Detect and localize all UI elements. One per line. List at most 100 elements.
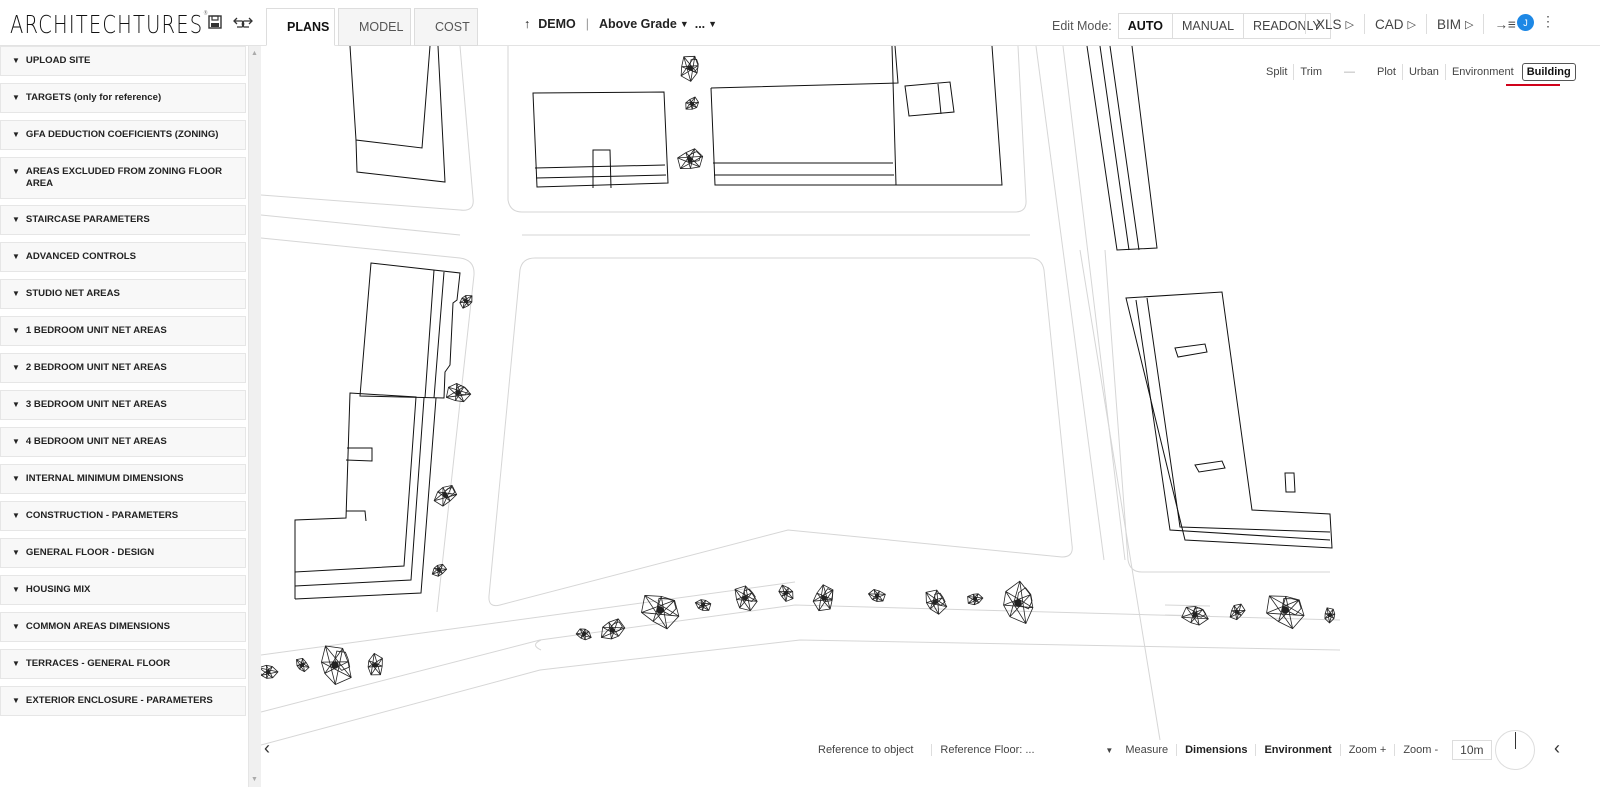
sidebar-panel-label: UPLOAD SITE: [25, 55, 91, 66]
sidebar-panel[interactable]: ▼ COMMON AREAS DIMENSIONS: [0, 612, 246, 642]
sidebar-panel-label: GFA DEDUCTION COEFICIENTS (ZONING): [25, 129, 219, 140]
layer-building[interactable]: Building: [1521, 63, 1576, 81]
plan-canvas[interactable]: Split Trim — Plot Urban Environment Buil…: [261, 46, 1600, 787]
app-logo: ARCHITECHTURES®: [10, 10, 209, 39]
sidebar-panel[interactable]: ▼ EXTERIOR ENCLOSURE - PARAMETERS: [0, 686, 246, 716]
sidebar-panel[interactable]: ▼ AREAS EXCLUDED FROM ZONING FLOOR AREA: [0, 157, 246, 199]
scale-indicator[interactable]: 10m: [1452, 740, 1492, 760]
sidebar-panel[interactable]: ▼ INTERNAL MINIMUM DIMENSIONS: [0, 464, 246, 494]
sidebar-panel[interactable]: ▼ ADVANCED CONTROLS: [0, 242, 246, 272]
sidebar-panel-label: GENERAL FLOOR - DESIGN: [25, 547, 155, 558]
reference-floor-select[interactable]: Reference Floor: ...: [931, 744, 1101, 756]
chevron-down-icon: ▼: [12, 511, 20, 520]
chevron-down-icon: ▼: [12, 56, 20, 65]
play-icon: ▷: [1465, 18, 1474, 31]
sidebar-panel[interactable]: ▼ CONSTRUCTION - PARAMETERS: [0, 501, 246, 531]
layer-toolbar: Split Trim — Plot Urban Environment Buil…: [1260, 63, 1576, 81]
collapse-sidebar-icon[interactable]: ‹: [264, 738, 270, 759]
tree-icon: [367, 652, 383, 676]
tree-icon: [1003, 580, 1034, 625]
sidebar-panel[interactable]: ▼ 2 BEDROOM UNIT NET AREAS: [0, 353, 246, 383]
zoom-out-button[interactable]: Zoom -: [1394, 744, 1446, 756]
chevron-down-icon: ▼: [12, 363, 20, 372]
user-avatar[interactable]: J: [1517, 14, 1534, 31]
sidebar-panel-label: ADVANCED CONTROLS: [25, 251, 137, 262]
sidebar-panel[interactable]: ▼ TERRACES - GENERAL FLOOR: [0, 649, 246, 679]
sidebar-panel[interactable]: ▼ GENERAL FLOOR - DESIGN: [0, 538, 246, 568]
edit-mode-toggle: AUTO MANUAL READONLY: [1117, 13, 1331, 39]
dimensions-toggle[interactable]: Dimensions: [1176, 744, 1255, 756]
sidebar-panel[interactable]: ▼ TARGETS (only for reference): [0, 83, 246, 113]
sidebar-panel[interactable]: ▼ GFA DEDUCTION COEFICIENTS (ZONING): [0, 120, 246, 150]
breadcrumb: ↑ DEMO | Above Grade ▼ ... ▼: [524, 17, 723, 31]
export-cad-button[interactable]: CAD ▷: [1364, 14, 1426, 34]
chevron-down-icon: ▼: [12, 696, 20, 705]
sidebar-panel-label: 1 BEDROOM UNIT NET AREAS: [25, 325, 167, 336]
sidebar-panel[interactable]: ▼ UPLOAD SITE: [0, 46, 246, 76]
sidebar-panel-label: STAIRCASE PARAMETERS: [25, 214, 150, 225]
redo-icon[interactable]: [237, 13, 255, 31]
chevron-down-icon: ▼: [12, 585, 20, 594]
tab-cost[interactable]: COST: [414, 8, 478, 46]
sidebar-panel-label: INTERNAL MINIMUM DIMENSIONS: [25, 473, 184, 484]
tree-icon: [600, 618, 626, 640]
sidebar-panel[interactable]: ▼ 4 BEDROOM UNIT NET AREAS: [0, 427, 246, 457]
trim-tool[interactable]: Trim: [1293, 64, 1328, 80]
layer-urban[interactable]: Urban: [1401, 64, 1445, 80]
chevron-down-icon: ▼: [12, 93, 20, 102]
tree-icon: [296, 657, 310, 673]
arrow-list-icon: →≡: [1494, 16, 1516, 32]
sidebar-panel-label: 3 BEDROOM UNIT NET AREAS: [25, 399, 167, 410]
sidebar-panel[interactable]: ▼ 1 BEDROOM UNIT NET AREAS: [0, 316, 246, 346]
buildings: [294, 46, 1333, 600]
floor-selector[interactable]: ...: [695, 17, 705, 31]
measure-button[interactable]: Measure: [1117, 744, 1176, 756]
zoom-in-button[interactable]: Zoom +: [1339, 744, 1395, 756]
sidebar-panel[interactable]: ▼ STAIRCASE PARAMETERS: [0, 205, 246, 235]
site-plan-drawing[interactable]: [261, 46, 1600, 787]
active-layer-underline: [1506, 84, 1560, 86]
export-bim-button[interactable]: BIM ▷: [1425, 14, 1483, 34]
north-compass[interactable]: [1495, 730, 1535, 770]
compass-needle: [1515, 732, 1516, 749]
split-tool[interactable]: Split: [1260, 64, 1293, 80]
sidebar-panel[interactable]: ▼ STUDIO NET AREAS: [0, 279, 246, 309]
level-selector[interactable]: Above Grade: [599, 17, 677, 31]
tree-icon: [778, 584, 794, 602]
environment-toggle[interactable]: Environment: [1255, 744, 1339, 756]
chevron-down-icon: ▼: [12, 400, 20, 409]
scroll-down-icon[interactable]: ▼: [251, 776, 258, 783]
chevron-down-icon[interactable]: ▼: [680, 19, 689, 29]
chevron-down-icon: ▼: [12, 437, 20, 446]
export-buttons: XLS ▷ CAD ▷ BIM ▷ →≡: [1305, 14, 1526, 34]
sidebar-panel[interactable]: ▼ HOUSING MIX: [0, 575, 246, 605]
project-name[interactable]: DEMO: [538, 17, 576, 31]
export-xls-button[interactable]: XLS ▷: [1305, 14, 1364, 34]
sidebar-panel[interactable]: ▼ 3 BEDROOM UNIT NET AREAS: [0, 390, 246, 420]
chevron-down-icon[interactable]: ▼: [1105, 746, 1113, 755]
more-vertical-icon[interactable]: ⋮: [1541, 13, 1555, 30]
trees: [261, 55, 1336, 685]
tree-icon: [677, 148, 704, 169]
layer-environment[interactable]: Environment: [1444, 64, 1520, 80]
save-icon[interactable]: [206, 13, 224, 31]
edit-mode-label: Edit Mode:: [1052, 19, 1112, 33]
sidebar-panel-label: COMMON AREAS DIMENSIONS: [25, 621, 171, 632]
edit-mode-auto[interactable]: AUTO: [1119, 14, 1173, 38]
chevron-down-icon: ▼: [12, 215, 20, 224]
app-root: ARCHITECHTURES® PLANS MODEL COST ↑ DEMO …: [0, 0, 1600, 787]
chevron-down-icon[interactable]: ▼: [708, 19, 717, 29]
sidebar: ▼ UPLOAD SITE ▼ TARGETS (only for reference…: [0, 46, 248, 787]
sidebar-panel-label: HOUSING MIX: [25, 584, 91, 595]
chevron-down-icon: ▼: [12, 622, 20, 631]
reference-to-object-button[interactable]: Reference to object: [810, 744, 921, 756]
up-arrow-icon[interactable]: ↑: [524, 17, 530, 31]
edit-mode-manual[interactable]: MANUAL: [1173, 14, 1245, 38]
tab-model[interactable]: MODEL: [338, 8, 411, 46]
collapse-right-panel-icon[interactable]: ‹: [1554, 738, 1560, 759]
toolbar-dash: —: [1344, 66, 1355, 78]
scroll-up-icon[interactable]: ▲: [251, 50, 258, 57]
layer-plot[interactable]: Plot: [1371, 64, 1402, 80]
tab-plans[interactable]: PLANS: [266, 8, 335, 46]
sidebar-scrollbar[interactable]: ▲ ▼: [248, 46, 261, 787]
